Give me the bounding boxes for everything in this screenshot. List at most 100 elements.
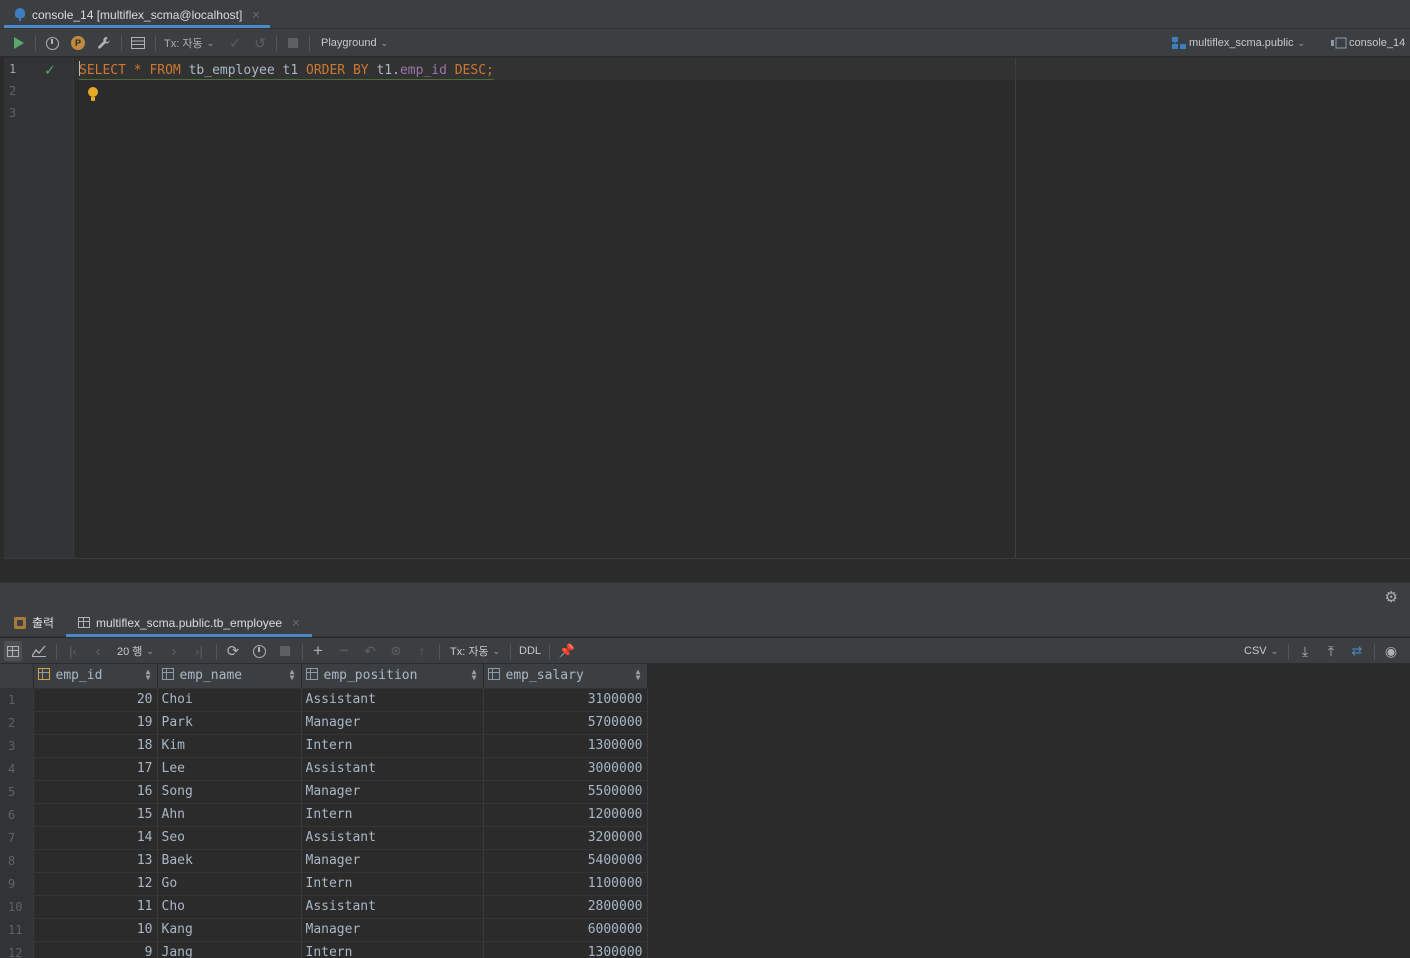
- view-options-button[interactable]: ◉: [1382, 638, 1400, 664]
- sort-arrows-icon[interactable]: ▲ ▼: [146, 668, 151, 682]
- cell-emp-salary[interactable]: 3000000: [483, 757, 648, 781]
- sort-arrows-icon[interactable]: ▲ ▼: [472, 668, 477, 682]
- cell-emp-id[interactable]: 10: [33, 918, 158, 942]
- close-tab-icon[interactable]: ×: [252, 7, 260, 22]
- cell-emp-name[interactable]: Choi: [157, 688, 302, 712]
- tab-result-table[interactable]: multiflex_scma.public.tb_employee ×: [66, 608, 312, 637]
- first-page-button[interactable]: |‹: [64, 638, 82, 664]
- compare-with-button[interactable]: ⇄: [1348, 638, 1366, 664]
- playground-dropdown[interactable]: Playground ⌄: [321, 29, 388, 57]
- cell-emp-salary[interactable]: 3200000: [483, 826, 648, 850]
- cell-emp-position[interactable]: Intern: [301, 941, 484, 958]
- page-size-dropdown[interactable]: 20 행 ⌄: [117, 638, 154, 664]
- column-header-emp-id[interactable]: emp_id ▲ ▼: [33, 664, 158, 689]
- cell-emp-name[interactable]: Jang: [157, 941, 302, 958]
- table-row[interactable]: 10 11 Cho Assistant 2800000: [0, 895, 648, 919]
- cell-emp-position[interactable]: Intern: [301, 803, 484, 827]
- editor-horizontal-scrollbar[interactable]: [4, 558, 1410, 582]
- table-view-button[interactable]: [4, 641, 22, 661]
- cell-emp-id[interactable]: 9: [33, 941, 158, 958]
- cell-emp-position[interactable]: Assistant: [301, 688, 484, 712]
- session-selector[interactable]: console_14: [1331, 29, 1405, 57]
- cell-emp-salary[interactable]: 1200000: [483, 803, 648, 827]
- cell-emp-salary[interactable]: 2800000: [483, 895, 648, 919]
- intention-bulb-icon[interactable]: [88, 87, 98, 103]
- cell-emp-name[interactable]: Ahn: [157, 803, 302, 827]
- table-row[interactable]: 8 13 Baek Manager 5400000: [0, 849, 648, 873]
- cell-emp-salary[interactable]: 5500000: [483, 780, 648, 804]
- cell-emp-name[interactable]: Song: [157, 780, 302, 804]
- ddl-button[interactable]: DDL: [519, 638, 541, 664]
- cell-emp-name[interactable]: Cho: [157, 895, 302, 919]
- stop-query-button[interactable]: [276, 638, 294, 664]
- cell-emp-id[interactable]: 13: [33, 849, 158, 873]
- result-tx-mode-dropdown[interactable]: Tx: 자동 ⌄: [450, 638, 500, 664]
- column-header-emp-name[interactable]: emp_name ▲ ▼: [157, 664, 302, 689]
- cell-emp-position[interactable]: Manager: [301, 780, 484, 804]
- delete-row-button[interactable]: −: [335, 638, 353, 664]
- cancel-button[interactable]: [284, 29, 302, 57]
- rollback-button[interactable]: ↺: [251, 29, 269, 57]
- table-row[interactable]: 5 16 Song Manager 5500000: [0, 780, 648, 804]
- output-table-button[interactable]: [129, 29, 147, 57]
- cell-emp-name[interactable]: Park: [157, 711, 302, 735]
- execute-button[interactable]: [10, 29, 28, 57]
- chart-view-button[interactable]: [30, 638, 48, 664]
- cell-emp-position[interactable]: Assistant: [301, 826, 484, 850]
- table-row[interactable]: 1 20 Choi Assistant 3100000: [0, 688, 648, 712]
- schema-selector[interactable]: multiflex_scma.public ⌄: [1172, 29, 1305, 57]
- table-row[interactable]: 12 9 Jang Intern 1300000: [0, 941, 648, 958]
- import-upload-button[interactable]: ⤒: [1322, 638, 1340, 664]
- submit-button[interactable]: ↑: [413, 638, 431, 664]
- cell-emp-position[interactable]: Manager: [301, 918, 484, 942]
- cell-emp-name[interactable]: Baek: [157, 849, 302, 873]
- sort-arrows-icon[interactable]: ▲ ▼: [290, 668, 295, 682]
- refresh-button[interactable]: ⟳: [224, 638, 242, 664]
- cell-emp-name[interactable]: Lee: [157, 757, 302, 781]
- cell-emp-salary[interactable]: 5700000: [483, 711, 648, 735]
- cell-emp-salary[interactable]: 3100000: [483, 688, 648, 712]
- editor-tab-console[interactable]: console_14 [multiflex_scma@localhost] ×: [4, 0, 270, 29]
- table-row[interactable]: 11 10 Kang Manager 6000000: [0, 918, 648, 942]
- cell-emp-id[interactable]: 18: [33, 734, 158, 758]
- column-header-emp-salary[interactable]: emp_salary ▲ ▼: [483, 664, 648, 689]
- cell-emp-position[interactable]: Intern: [301, 872, 484, 896]
- next-page-button[interactable]: ›: [165, 638, 183, 664]
- sql-editor[interactable]: SELECT * FROM tb_employee t1 ORDER BY t1…: [75, 58, 1410, 558]
- cell-emp-name[interactable]: Kim: [157, 734, 302, 758]
- settings-button[interactable]: [95, 29, 113, 57]
- close-tab-icon[interactable]: ×: [292, 615, 300, 630]
- table-row[interactable]: 2 19 Park Manager 5700000: [0, 711, 648, 735]
- tx-mode-dropdown[interactable]: Tx: 자동 ⌄: [164, 29, 214, 57]
- cell-emp-position[interactable]: Manager: [301, 849, 484, 873]
- grid-corner-cell[interactable]: [0, 664, 34, 689]
- pin-tab-button[interactable]: 📌: [558, 638, 576, 664]
- cell-emp-id[interactable]: 11: [33, 895, 158, 919]
- cell-emp-salary[interactable]: 1100000: [483, 872, 648, 896]
- table-row[interactable]: 6 15 Ahn Intern 1200000: [0, 803, 648, 827]
- cell-emp-salary[interactable]: 1300000: [483, 734, 648, 758]
- table-row[interactable]: 9 12 Go Intern 1100000: [0, 872, 648, 896]
- auto-refresh-button[interactable]: [250, 638, 268, 664]
- cell-emp-salary[interactable]: 6000000: [483, 918, 648, 942]
- cell-emp-name[interactable]: Go: [157, 872, 302, 896]
- commit-button[interactable]: ✓: [226, 29, 244, 57]
- cell-emp-id[interactable]: 14: [33, 826, 158, 850]
- cell-emp-position[interactable]: Manager: [301, 711, 484, 735]
- gear-icon[interactable]: ⚙: [1385, 588, 1398, 606]
- explain-plan-button[interactable]: P: [69, 29, 87, 57]
- cell-emp-name[interactable]: Seo: [157, 826, 302, 850]
- table-row[interactable]: 3 18 Kim Intern 1300000: [0, 734, 648, 758]
- sort-arrows-icon[interactable]: ▲ ▼: [636, 668, 641, 682]
- cell-emp-position[interactable]: Assistant: [301, 895, 484, 919]
- cell-emp-id[interactable]: 12: [33, 872, 158, 896]
- cell-emp-id[interactable]: 20: [33, 688, 158, 712]
- previous-page-button[interactable]: ‹: [89, 638, 107, 664]
- compare-button[interactable]: ⊛: [387, 638, 405, 664]
- last-page-button[interactable]: ›|: [190, 638, 208, 664]
- add-row-button[interactable]: +: [309, 638, 327, 664]
- cell-emp-salary[interactable]: 1300000: [483, 941, 648, 958]
- cell-emp-id[interactable]: 16: [33, 780, 158, 804]
- cell-emp-id[interactable]: 19: [33, 711, 158, 735]
- table-row[interactable]: 7 14 Seo Assistant 3200000: [0, 826, 648, 850]
